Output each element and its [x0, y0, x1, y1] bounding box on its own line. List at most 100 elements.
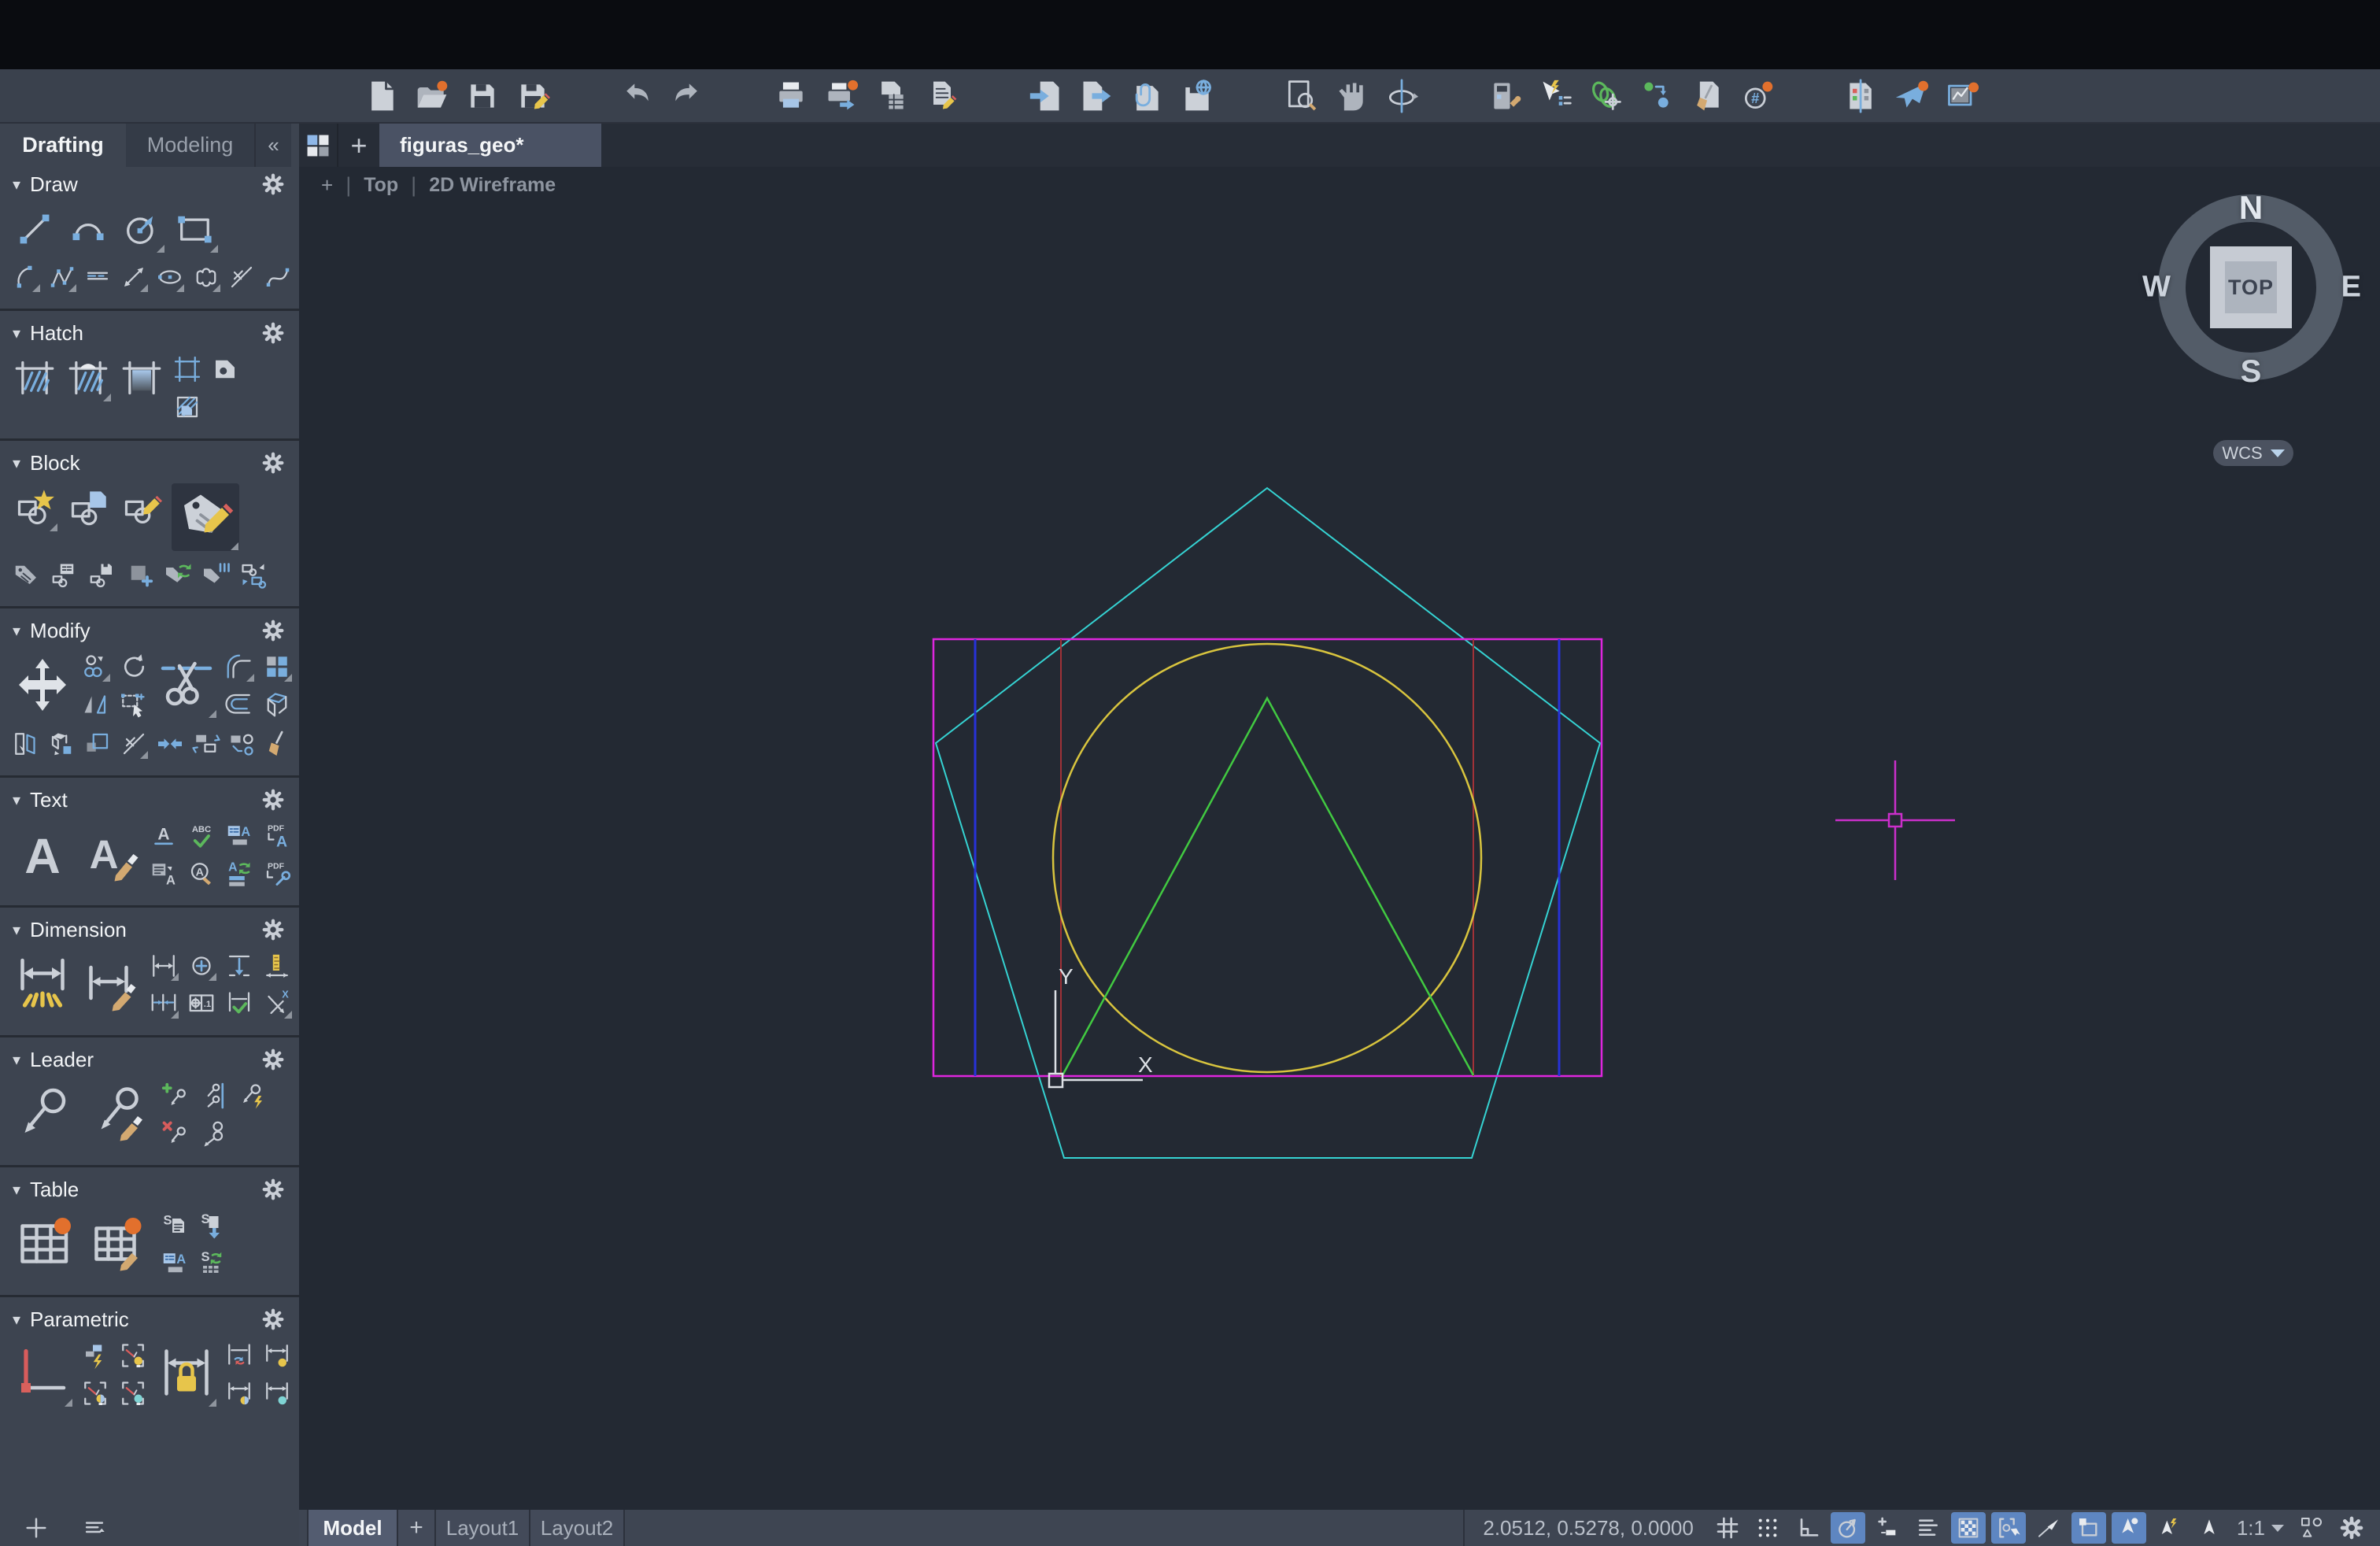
quick-leader[interactable]	[235, 1080, 266, 1111]
point-style-icon[interactable]	[1639, 78, 1675, 114]
section-collapse-caret[interactable]: ▾	[13, 1050, 20, 1070]
update-table-data[interactable]	[197, 1248, 228, 1279]
share-drawing-icon[interactable]	[1894, 78, 1930, 114]
page-setup-manager-icon[interactable]	[874, 78, 910, 114]
spell-check[interactable]	[186, 820, 217, 852]
layout1-tab[interactable]: Layout1	[436, 1510, 530, 1546]
wcs-dropdown[interactable]: WCS	[2213, 440, 2293, 466]
section-settings-gear-icon[interactable]	[261, 1307, 285, 1331]
section-settings-gear-icon[interactable]	[261, 1178, 285, 1201]
tab-drafting[interactable]: Drafting	[0, 124, 126, 167]
customization-button[interactable]	[2334, 1512, 2369, 1544]
insert-block[interactable]	[11, 483, 58, 532]
polar-tracking-toggle[interactable]	[1831, 1512, 1865, 1544]
multileader[interactable]	[11, 1080, 79, 1148]
section-settings-gear-icon[interactable]	[261, 619, 285, 642]
collect-leaders[interactable]	[197, 1118, 228, 1149]
rectangle[interactable]	[172, 205, 219, 253]
align[interactable]	[191, 728, 221, 760]
angular-dimension[interactable]	[186, 950, 217, 982]
text-background-mask[interactable]	[148, 858, 179, 890]
show-hide-dynamic-constraints[interactable]	[224, 1378, 255, 1409]
new-file-tab-button[interactable]: +	[337, 124, 379, 167]
plot-style-editor-icon[interactable]	[924, 78, 960, 114]
panel-menu-icon[interactable]	[79, 1512, 110, 1544]
join[interactable]	[155, 728, 185, 760]
snap-mode-toggle[interactable]	[1750, 1512, 1785, 1544]
tab-modeling[interactable]: Modeling	[126, 124, 254, 167]
snap-to-grid-toggle[interactable]	[1951, 1512, 1986, 1544]
set-base-point[interactable]	[124, 559, 156, 590]
hatch-pattern[interactable]	[209, 353, 241, 385]
dimension-check[interactable]	[224, 988, 255, 1019]
dimension[interactable]	[11, 950, 73, 1018]
explode[interactable]	[261, 689, 293, 720]
viewcube-top-face[interactable]: TOP	[2210, 246, 2292, 328]
text-align[interactable]	[224, 820, 255, 852]
hatch-boundary[interactable]	[172, 353, 203, 385]
multiline-text[interactable]	[79, 820, 142, 888]
attribute-display[interactable]	[200, 559, 231, 590]
show-dynamic-constraints[interactable]	[261, 1340, 293, 1371]
hatch-annotative[interactable]	[65, 353, 112, 402]
export-table[interactable]	[159, 1210, 190, 1241]
section-settings-gear-icon[interactable]	[261, 172, 285, 196]
workspace-switching-button[interactable]	[2294, 1512, 2329, 1544]
copy-to-layer[interactable]	[47, 728, 77, 760]
annotation-scale-dropdown[interactable]: 1:1	[2237, 1516, 2284, 1540]
section-collapse-caret[interactable]: ▾	[13, 324, 20, 343]
section-collapse-caret[interactable]: ▾	[13, 790, 20, 810]
spline[interactable]	[263, 261, 293, 293]
reassociate-dimension[interactable]	[261, 988, 293, 1019]
sync-attributes[interactable]	[162, 559, 194, 590]
delete-duplicate-objects[interactable]	[263, 728, 293, 760]
copy-nested-object[interactable]	[11, 728, 41, 760]
undo-icon[interactable]	[619, 78, 655, 114]
dimension-style[interactable]	[79, 950, 142, 1018]
multileader-style[interactable]	[85, 1080, 153, 1148]
viewcube-east[interactable]: E	[2341, 271, 2361, 305]
offset[interactable]	[224, 689, 255, 720]
plot-icon[interactable]	[823, 78, 859, 114]
dimensional-constraint[interactable]	[155, 1340, 217, 1407]
zoom-window-icon[interactable]	[1283, 78, 1319, 114]
selection-cycling-toggle[interactable]	[1991, 1512, 2026, 1544]
hatch-set-origin[interactable]	[172, 391, 203, 423]
section-collapse-caret[interactable]: ▾	[13, 920, 20, 940]
attach-reference-icon[interactable]	[1129, 78, 1165, 114]
tool-sets-icon[interactable]	[1488, 78, 1524, 114]
grid-display-toggle[interactable]	[1710, 1512, 1745, 1544]
stretch[interactable]	[117, 689, 149, 720]
add-panel-icon[interactable]	[20, 1512, 52, 1544]
break-at-point[interactable]	[227, 261, 257, 293]
move[interactable]	[11, 651, 73, 719]
match-properties[interactable]	[227, 728, 257, 760]
section-collapse-caret[interactable]: ▾	[13, 1180, 20, 1200]
polyline[interactable]	[47, 261, 77, 293]
section-settings-gear-icon[interactable]	[261, 321, 285, 345]
hide-dynamic-constraints[interactable]	[261, 1378, 293, 1409]
show-all-constraints[interactable]	[117, 1340, 149, 1371]
section-settings-gear-icon[interactable]	[261, 788, 285, 812]
annotation-monitor-toggle[interactable]	[2152, 1512, 2186, 1544]
section-settings-gear-icon[interactable]	[261, 918, 285, 941]
import-icon[interactable]	[1028, 78, 1064, 114]
print-icon[interactable]	[773, 78, 809, 114]
dimension-scale[interactable]	[261, 950, 293, 982]
gradient[interactable]	[118, 353, 165, 402]
viewcube-west[interactable]: W	[2142, 271, 2171, 305]
align-leaders[interactable]	[197, 1080, 228, 1111]
count-icon[interactable]	[1739, 78, 1776, 114]
mirror[interactable]	[79, 689, 111, 720]
table-style[interactable]	[85, 1210, 153, 1278]
section-settings-gear-icon[interactable]	[261, 1048, 285, 1071]
arc[interactable]	[65, 205, 112, 253]
layout-grid-icon[interactable]	[299, 124, 337, 167]
section-collapse-caret[interactable]: ▾	[13, 453, 20, 473]
write-block[interactable]	[87, 559, 118, 590]
pdf-text-settings[interactable]	[261, 858, 293, 890]
linear-dimension[interactable]	[148, 950, 179, 982]
save-to-web-mobile-icon[interactable]	[1179, 78, 1215, 114]
ellipse[interactable]	[155, 261, 185, 293]
import-pdf-text[interactable]	[261, 820, 293, 852]
